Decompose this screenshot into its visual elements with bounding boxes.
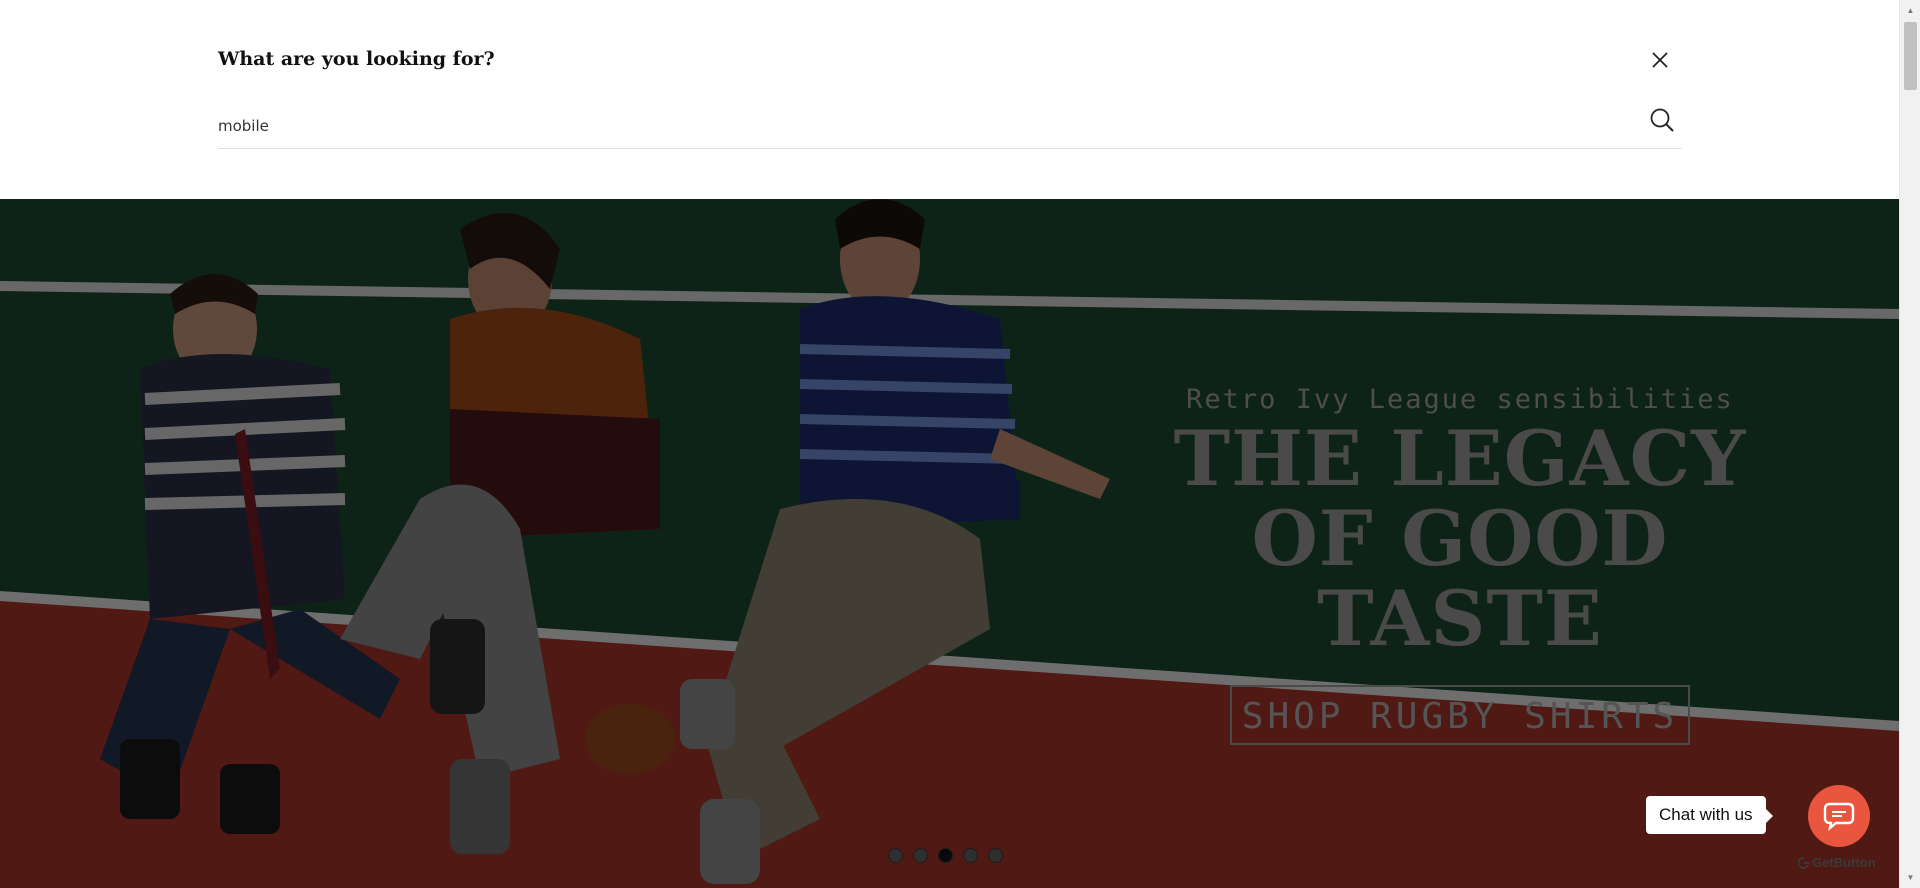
getbutton-branding-link[interactable]: GetButton <box>1798 855 1876 870</box>
search-panel: What are you looking for? <box>0 0 1899 199</box>
carousel-dots <box>888 848 1003 863</box>
search-submit-button[interactable] <box>1646 104 1678 136</box>
page: What are you looking for? mobile Retro I… <box>0 0 1920 888</box>
getbutton-brand-text: GetButton <box>1812 855 1876 870</box>
scroll-down-arrow-icon[interactable]: ▼ <box>1900 869 1920 886</box>
chat-with-us-label[interactable]: Chat with us <box>1646 796 1773 834</box>
scroll-up-arrow-icon[interactable]: ▲ <box>1900 2 1920 19</box>
hero-title-line-2: OF GOOD TASTE <box>1251 494 1669 663</box>
search-row <box>218 104 1682 149</box>
hero-banner[interactable]: Retro Ivy League sensibilities THE LEGAC… <box>0 199 1899 888</box>
chat-bubble-icon <box>1823 802 1855 831</box>
vertical-scrollbar[interactable]: ▲ ▼ <box>1899 0 1920 888</box>
chat-button[interactable] <box>1808 785 1870 847</box>
search-input[interactable] <box>218 112 1598 140</box>
search-heading: What are you looking for? <box>218 48 495 70</box>
carousel-dot-4[interactable] <box>963 848 978 863</box>
carousel-dot-3[interactable] <box>938 848 953 863</box>
close-icon <box>1652 52 1668 68</box>
hero-title: THE LEGACY OF GOOD TASTE <box>1110 419 1810 659</box>
carousel-dot-5[interactable] <box>988 848 1003 863</box>
carousel-dot-2[interactable] <box>913 848 928 863</box>
hero-tagline: Retro Ivy League sensibilities <box>1186 384 1734 415</box>
hero-text-block: Retro Ivy League sensibilities THE LEGAC… <box>1110 384 1810 745</box>
close-search-button[interactable] <box>1646 46 1674 74</box>
getbutton-logo-icon <box>1798 856 1809 869</box>
search-icon <box>1650 108 1674 132</box>
scrollbar-thumb[interactable] <box>1904 22 1917 90</box>
hero-title-line-1: THE LEGACY <box>1173 414 1747 503</box>
carousel-dot-1[interactable] <box>888 848 903 863</box>
shop-rugby-shirts-button[interactable]: SHOP RUGBY SHIRTS <box>1230 685 1690 745</box>
